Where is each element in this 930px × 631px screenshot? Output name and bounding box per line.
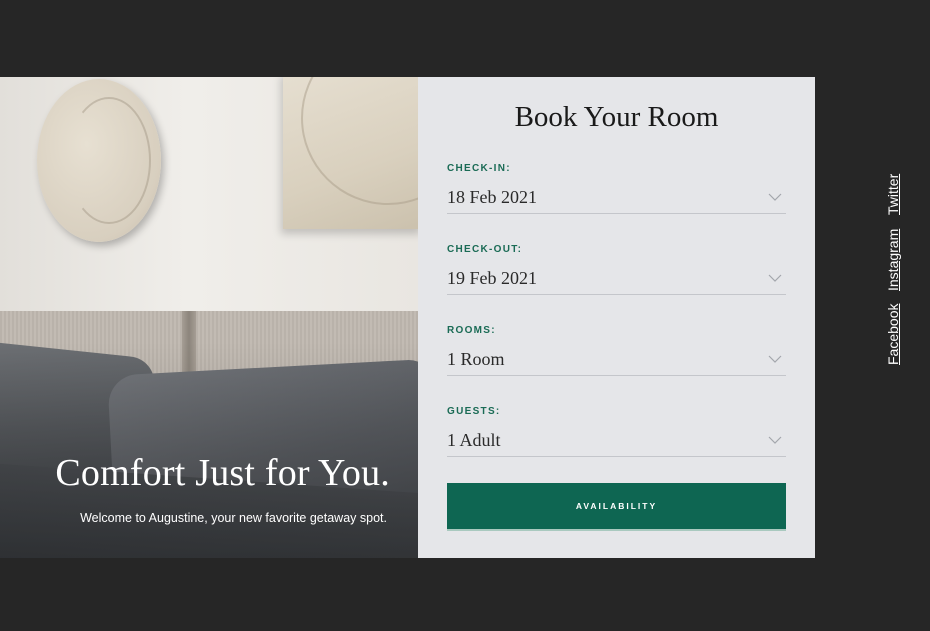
check-in-select[interactable]: 18 Feb 2021 xyxy=(447,181,786,214)
chevron-down-icon xyxy=(768,352,782,366)
check-in-label: CHECK-IN: xyxy=(447,163,511,174)
twitter-link[interactable]: Twitter xyxy=(885,174,901,215)
check-in-value: 18 Feb 2021 xyxy=(447,186,537,207)
rooms-field: ROOMS: 1 Room xyxy=(447,322,786,403)
guests-field: GUESTS: 1 Adult xyxy=(447,403,786,484)
booking-card: Comfort Just for You. Welcome to Augusti… xyxy=(0,77,815,558)
availability-button[interactable]: AVAILABILITY xyxy=(447,483,786,529)
rooms-label: ROOMS: xyxy=(447,325,496,336)
guests-label: GUESTS: xyxy=(447,406,501,417)
hero-subtitle: Welcome to Augustine, your new favorite … xyxy=(80,511,387,525)
rooms-select[interactable]: 1 Room xyxy=(447,343,786,376)
chevron-down-icon xyxy=(768,190,782,204)
facebook-link[interactable]: Facebook xyxy=(885,304,901,365)
check-out-select[interactable]: 19 Feb 2021 xyxy=(447,262,786,295)
rooms-value: 1 Room xyxy=(447,348,505,369)
check-in-field: CHECK-IN: 18 Feb 2021 xyxy=(447,160,786,241)
instagram-link[interactable]: Instagram xyxy=(885,229,901,291)
form-title: Book Your Room xyxy=(514,101,719,133)
check-out-value: 19 Feb 2021 xyxy=(447,267,537,288)
booking-form: Book Your Room CHECK-IN: 18 Feb 2021 CHE… xyxy=(418,77,815,558)
guests-select[interactable]: 1 Adult xyxy=(447,424,786,457)
guests-value: 1 Adult xyxy=(447,429,501,450)
chevron-down-icon xyxy=(768,433,782,447)
check-out-field: CHECK-OUT: 19 Feb 2021 xyxy=(447,241,786,322)
hero-title: Comfort Just for You. xyxy=(55,452,390,494)
hero-image: Comfort Just for You. Welcome to Augusti… xyxy=(0,77,418,558)
chevron-down-icon xyxy=(768,271,782,285)
check-out-label: CHECK-OUT: xyxy=(447,244,523,255)
